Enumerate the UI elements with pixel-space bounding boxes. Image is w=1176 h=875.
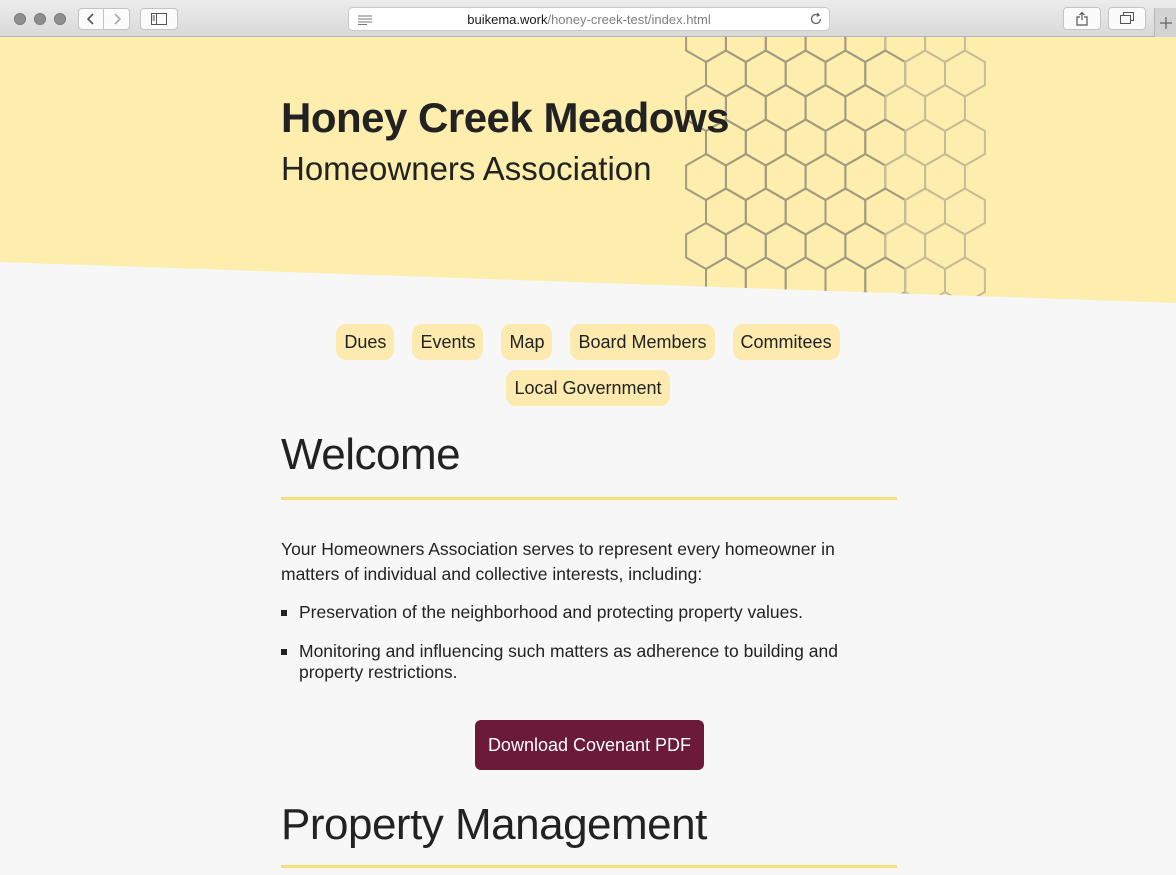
nav-row-secondary: Local Government — [0, 370, 1176, 406]
hero-banner: Honey Creek Meadows Homeowners Associati… — [0, 37, 1176, 307]
bullet-marker — [281, 649, 287, 655]
download-covenant-button[interactable]: Download Covenant PDF — [475, 720, 704, 770]
tabs-icon — [1120, 12, 1134, 24]
list-item: Preservation of the neighborhood and pro… — [281, 602, 881, 623]
history-buttons — [78, 8, 130, 30]
forward-icon — [113, 13, 121, 25]
back-icon — [86, 13, 94, 25]
zoom-window-icon[interactable] — [54, 13, 66, 25]
url-domain: buikema.work — [467, 11, 548, 27]
welcome-heading-rule — [281, 497, 897, 500]
list-item-text: Preservation of the neighborhood and pro… — [299, 602, 803, 622]
list-item-text: Monitoring and influencing such matters … — [299, 641, 838, 682]
nav-row-primary: Dues Events Map Board Members Commitees — [0, 324, 1176, 360]
sidebar-button[interactable] — [140, 8, 178, 30]
nav-link-map[interactable]: Map — [501, 324, 553, 360]
property-management-heading: Property Management — [281, 800, 707, 849]
nav-link-events[interactable]: Events — [412, 324, 484, 360]
browser-toolbar: buikema.work/honey-creek-test/index.html — [0, 0, 1176, 37]
nav-link-committees[interactable]: Commitees — [732, 324, 840, 360]
bullet-marker — [281, 610, 287, 616]
site-subtitle: Homeowners Association — [281, 150, 652, 187]
welcome-intro: Your Homeowners Association serves to re… — [281, 539, 835, 584]
list-item: Monitoring and influencing such matters … — [281, 641, 881, 683]
url-path: /honey-creek-test/index.html — [547, 11, 711, 27]
minimize-window-icon[interactable] — [34, 13, 46, 25]
reload-icon[interactable] — [809, 12, 823, 26]
sidebar-icon — [151, 13, 167, 25]
nav-link-local-government[interactable]: Local Government — [506, 370, 670, 406]
nav-link-board-members[interactable]: Board Members — [570, 324, 715, 360]
site-title: Honey Creek Meadows — [281, 94, 730, 141]
reader-icon[interactable] — [358, 15, 372, 25]
tabs-button[interactable] — [1108, 7, 1146, 30]
nav-link-dues[interactable]: Dues — [336, 324, 395, 360]
new-tab-button[interactable] — [1154, 8, 1176, 37]
property-heading-rule — [281, 865, 897, 868]
new-tab-icon — [1159, 16, 1172, 29]
share-icon — [1076, 11, 1088, 26]
welcome-heading: Welcome — [281, 430, 461, 479]
welcome-bullet-list: Preservation of the neighborhood and pro… — [281, 602, 881, 701]
share-button[interactable] — [1063, 7, 1101, 30]
forward-button[interactable] — [104, 8, 130, 30]
address-bar[interactable]: buikema.work/honey-creek-test/index.html — [348, 7, 830, 31]
back-button[interactable] — [78, 8, 104, 30]
close-window-icon[interactable] — [14, 13, 26, 25]
